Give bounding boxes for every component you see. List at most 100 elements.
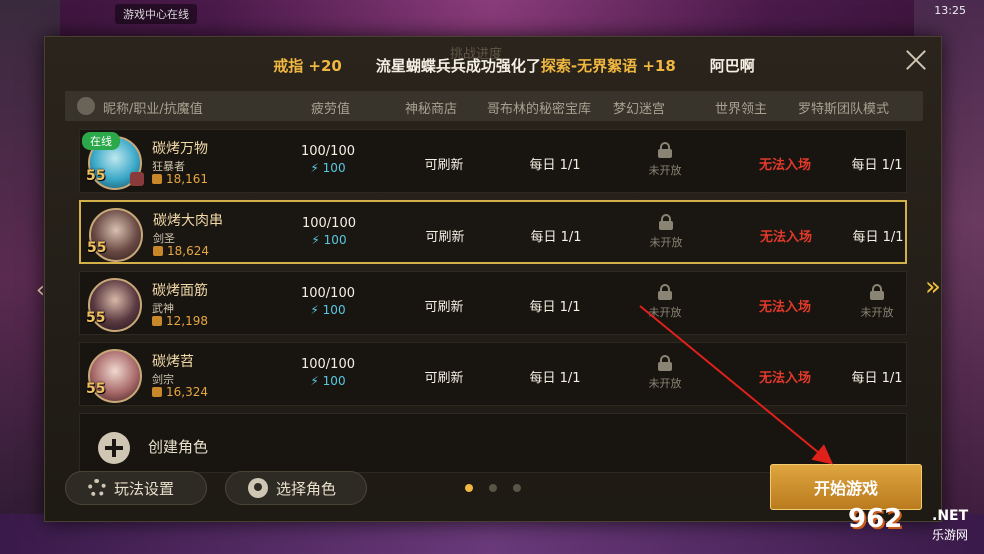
- fatigue-sub-value: 100: [322, 303, 346, 317]
- power-icon: [152, 316, 162, 326]
- boss-status: 无法入场: [758, 371, 811, 386]
- page-dot[interactable]: [489, 484, 497, 492]
- fatigue-value: 100/100: [300, 144, 355, 159]
- lock-icon: [659, 214, 673, 230]
- page-dot[interactable]: [513, 484, 521, 492]
- maze-status-text: 未开放: [648, 164, 682, 177]
- system-status: 13:25: [934, 4, 966, 17]
- header-name-col: 昵称/职业/抗魔值: [103, 102, 203, 117]
- lotus-status: 每日 1/1: [851, 371, 903, 386]
- maze-status: 未开放: [630, 142, 700, 178]
- lock-icon: [658, 284, 672, 300]
- character-name: 碳烤大肉串: [153, 213, 223, 229]
- page-indicator: [465, 484, 521, 492]
- next-page-arrow-icon[interactable]: »: [925, 272, 941, 302]
- goblin-status: 每日 1/1: [529, 300, 581, 315]
- lock-icon: [870, 284, 884, 300]
- character-power-value: 12,198: [166, 314, 208, 328]
- fatigue-sub: ⚡ 100: [310, 303, 346, 317]
- fatigue-sub: ⚡ 100: [311, 233, 347, 247]
- page-dot-active[interactable]: [465, 484, 473, 492]
- lotus-status: 每日 1/1: [852, 230, 904, 245]
- header-lotus: 罗特斯团队模式: [798, 102, 890, 117]
- character-power: 18,161: [152, 172, 208, 186]
- table-header: 昵称/职业/抗魔值 疲劳值 神秘商店 哥布林的秘密宝库 梦幻迷宫 世界领主 罗特…: [65, 91, 923, 121]
- close-button[interactable]: [903, 47, 929, 73]
- challenge-progress-panel: 挑战进度 戒指 +20 流星蝴蝶兵兵成功强化了探索-无界絮语 +18 阿巴啊 昵…: [44, 36, 942, 522]
- goblin-status: 每日 1/1: [530, 230, 582, 245]
- boss-status: 无法入场: [758, 300, 811, 315]
- character-row[interactable]: 55 碳烤面筋 武神 12,198 100/100 ⚡ 100 可刷新 每日 1/…: [79, 271, 907, 335]
- maze-status: 未开放: [630, 284, 700, 320]
- fatigue-sub-value: 100: [322, 161, 346, 175]
- character-level: 55: [86, 381, 106, 397]
- fatigue-value: 100/100: [300, 357, 355, 372]
- notice-item-2: 流星蝴蝶兵兵成功强化了探索-无界絮语 +18: [376, 55, 676, 76]
- fatigue-cell: 100/100 ⚡ 100: [298, 144, 358, 175]
- power-icon: [152, 387, 162, 397]
- header-character-icon: [77, 97, 95, 115]
- fatigue-cell: 100/100 ⚡ 100: [299, 216, 359, 247]
- watermark-sub: 乐游网: [932, 528, 969, 542]
- fatigue-value: 100/100: [301, 216, 356, 231]
- character-power: 18,624: [153, 244, 209, 258]
- shop-status: 可刷新: [424, 158, 464, 173]
- goblin-status: 每日 1/1: [529, 371, 581, 386]
- background-status-text: 游戏中心在线: [123, 8, 189, 21]
- header-fatigue: 疲劳值: [311, 102, 351, 117]
- system-time: 13:25: [934, 4, 966, 17]
- character-row-selected[interactable]: 55 碳烤大肉串 剑圣 18,624 100/100 ⚡ 100 可刷新 每日 1…: [79, 200, 907, 264]
- plus-icon[interactable]: [98, 432, 130, 464]
- notice-item-3: 阿巴啊: [709, 56, 755, 75]
- character-power-value: 18,624: [167, 244, 209, 258]
- character-head-icon: [248, 478, 268, 498]
- header-goblin: 哥布林的秘密宝库: [487, 102, 592, 117]
- fatigue-cell: 100/100 ⚡ 100: [298, 286, 358, 317]
- fatigue-value: 100/100: [300, 286, 355, 301]
- character-power-value: 16,324: [166, 385, 208, 399]
- broadcast-notice: 戒指 +20 流星蝴蝶兵兵成功强化了探索-无界絮语 +18 阿巴啊: [237, 51, 791, 79]
- maze-status: 未开放: [631, 214, 701, 250]
- header-maze: 梦幻迷宫: [613, 102, 666, 117]
- shop-status: 可刷新: [425, 230, 465, 245]
- gameplay-settings-button[interactable]: 玩法设置: [65, 471, 207, 505]
- header-shop: 神秘商店: [405, 102, 458, 117]
- power-icon: [153, 246, 163, 256]
- create-character-label: 创建角色: [148, 438, 209, 456]
- fatigue-sub: ⚡ 100: [310, 374, 346, 388]
- notice-item-2-prefix: 流星蝴蝶兵兵成功强化了: [375, 56, 541, 75]
- site-watermark: 962 .NET 乐游网: [848, 504, 974, 548]
- character-power-value: 18,161: [166, 172, 208, 186]
- select-character-button[interactable]: 选择角色: [225, 471, 367, 505]
- fatigue-sub-value: 100: [323, 233, 347, 247]
- shop-status: 可刷新: [424, 371, 464, 386]
- fatigue-sub: ⚡ 100: [310, 161, 346, 175]
- character-name: 碳烤万物: [152, 141, 208, 157]
- shop-status: 可刷新: [424, 300, 464, 315]
- header-boss: 世界领主: [715, 102, 768, 117]
- character-row[interactable]: 55 碳烤苕 剑宗 16,324 100/100 ⚡ 100 可刷新 每日 1/1…: [79, 342, 907, 406]
- boss-status: 无法入场: [758, 158, 811, 173]
- character-level: 55: [86, 310, 106, 326]
- gameplay-settings-label: 玩法设置: [114, 479, 175, 498]
- select-character-label: 选择角色: [276, 479, 337, 498]
- character-name: 碳烤面筋: [152, 283, 208, 299]
- maze-status-text: 未开放: [649, 236, 683, 249]
- online-badge: 在线: [82, 132, 120, 150]
- boss-status: 无法入场: [759, 230, 812, 245]
- maze-status-text: 未开放: [648, 306, 682, 319]
- lotus-status-text: 未开放: [860, 306, 894, 319]
- gear-icon: [88, 479, 106, 497]
- fatigue-cell: 100/100 ⚡ 100: [298, 357, 358, 388]
- maze-status-text: 未开放: [648, 377, 682, 390]
- character-row[interactable]: 在线 55 碳烤万物 狂暴者 18,161 100/100 ⚡ 100 可刷新 每…: [79, 129, 907, 193]
- watermark-net: .NET: [932, 508, 969, 524]
- maze-status: 未开放: [630, 355, 700, 391]
- fatigue-sub-value: 100: [322, 374, 346, 388]
- lotus-status: 每日 1/1: [851, 158, 903, 173]
- lotus-status: 未开放: [842, 284, 912, 320]
- notice-item-1: 戒指 +20: [273, 56, 342, 75]
- lock-icon: [658, 355, 672, 371]
- prev-page-arrow-icon[interactable]: ‹: [36, 278, 45, 303]
- character-level: 55: [87, 240, 107, 256]
